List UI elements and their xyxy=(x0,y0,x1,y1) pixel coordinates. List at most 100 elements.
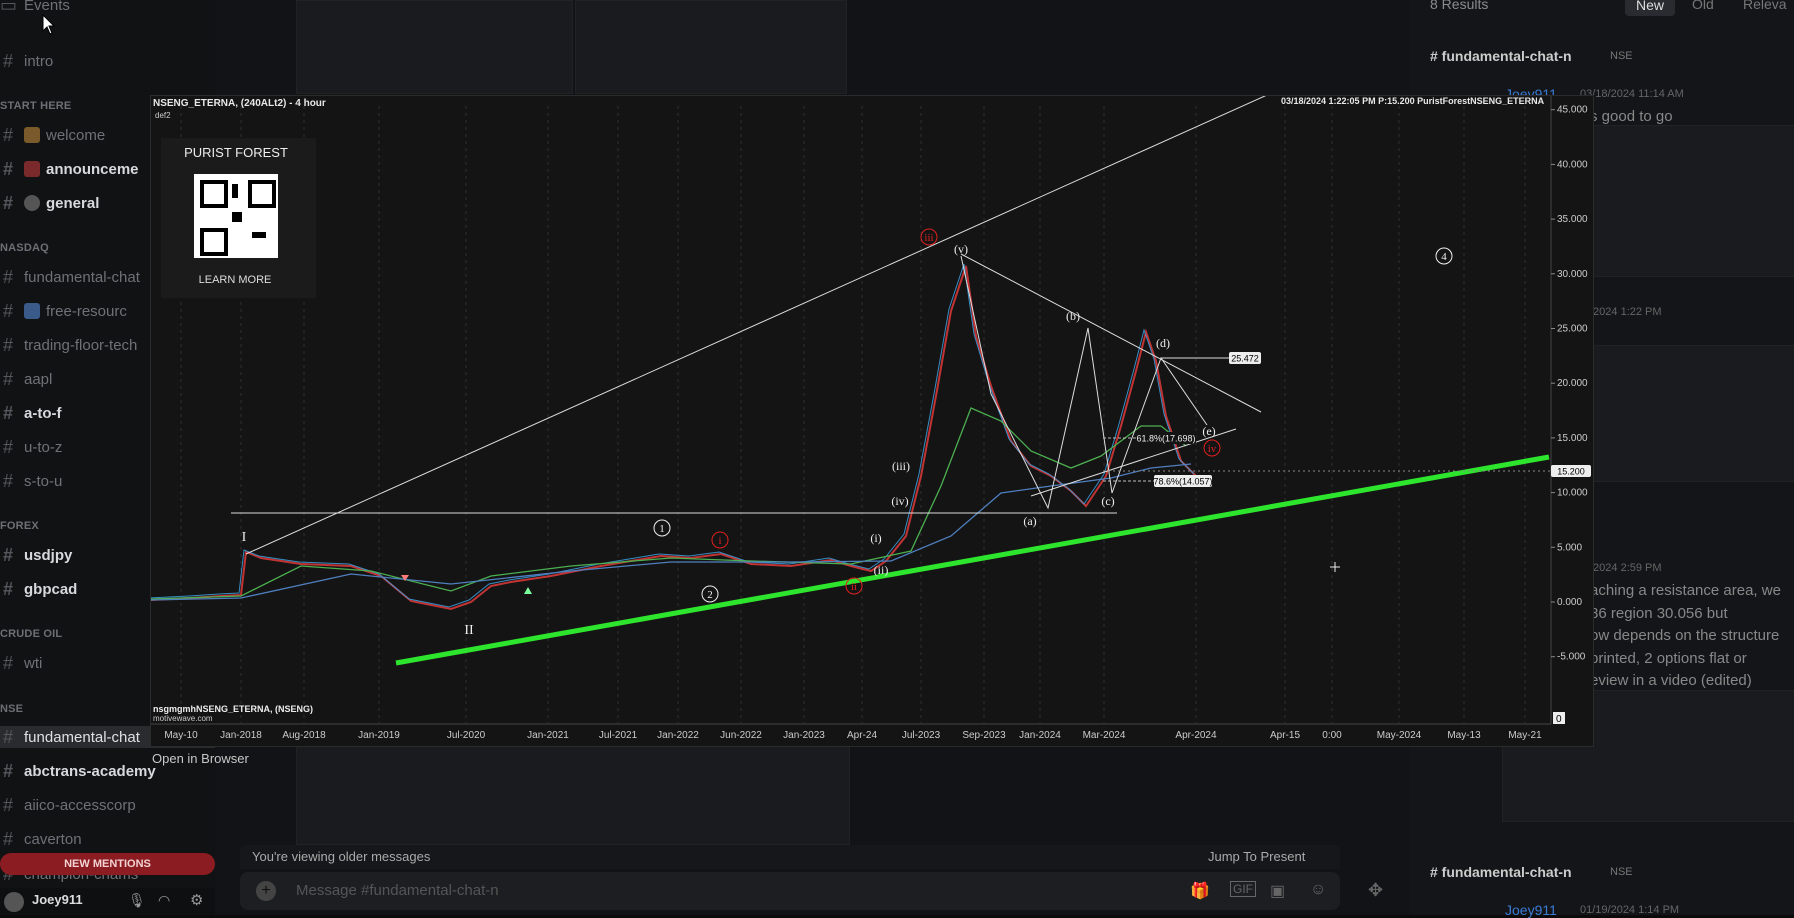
result-timestamp: /2024 1:22 PM xyxy=(1590,306,1662,318)
message-image-thumb[interactable] xyxy=(296,745,850,845)
x-tick-label: May-2024 xyxy=(1377,730,1422,741)
axis-corner-label: 0 xyxy=(1556,714,1562,725)
category-nse[interactable]: NSE xyxy=(0,703,23,715)
sticker-icon[interactable]: ▣ xyxy=(1270,881,1285,901)
chart-image-viewer[interactable]: 45.000 40.000 35.000 30.000 25.000 20.000 15.0… xyxy=(150,95,1594,747)
x-tick-label: May-13 xyxy=(1447,730,1481,741)
y-tick-label: 15.000 xyxy=(1557,433,1588,444)
hash-icon: # xyxy=(2,334,13,355)
sidebar-item-caverton[interactable]: # caverton xyxy=(0,828,82,850)
chart-title: NSENG_ETERNA, (240ALt2) - 4 hour xyxy=(153,98,326,109)
sidebar-item-s-to-u[interactable]: # s-to-u xyxy=(0,470,62,492)
microphone-icon[interactable]: 🎙 xyxy=(128,892,146,909)
message-input[interactable]: Message #fundamental-chat-n xyxy=(296,882,499,899)
headphones-icon[interactable]: ◠ xyxy=(158,892,170,909)
sidebar-item-a-to-f[interactable]: # a-to-f xyxy=(0,402,62,424)
new-mentions-badge[interactable]: NEW MENTIONS xyxy=(0,853,215,875)
open-in-browser-link[interactable]: Open in Browser xyxy=(152,751,249,766)
wave-label-iii: (iii) xyxy=(892,459,910,473)
sidebar-item-general[interactable]: # general xyxy=(0,192,99,214)
sidebar-item-usdjpy[interactable]: # usdjpy xyxy=(0,544,72,566)
speech-bubble-icon xyxy=(24,195,40,211)
apps-icon[interactable]: ✥ xyxy=(1368,880,1383,901)
current-price-label: 15.200 xyxy=(1557,467,1585,477)
emoji-icon[interactable]: ☺ xyxy=(1310,881,1326,899)
tab-relevant[interactable]: Releva xyxy=(1743,0,1787,12)
result-channel[interactable]: # fundamental-chat-n xyxy=(1430,48,1572,64)
avatar[interactable] xyxy=(4,892,24,912)
x-tick-label: 0:00 xyxy=(1322,730,1342,741)
result-timestamp: 01/19/2024 1:14 PM xyxy=(1580,904,1680,916)
username: Joey911 xyxy=(32,892,83,907)
learn-more-link[interactable]: LEARN MORE xyxy=(161,274,309,286)
add-attachment-icon[interactable]: + xyxy=(256,881,276,901)
x-tick-label: May-21 xyxy=(1508,730,1542,741)
message-line: ow depends on the structure xyxy=(1590,627,1780,644)
result-channel[interactable]: # fundamental-chat-n xyxy=(1430,864,1572,880)
gear-icon[interactable]: ⚙ xyxy=(190,891,203,909)
gift-icon[interactable]: 🎁 xyxy=(1190,881,1210,901)
hash-icon: # xyxy=(2,760,13,781)
jump-to-present-button[interactable]: Jump To Present xyxy=(1208,849,1305,864)
sidebar-item-free-resources[interactable]: # free-resourc xyxy=(0,300,127,322)
target-price-label: 25.472 xyxy=(1231,354,1259,364)
message-line: 86 region 30.056 but xyxy=(1590,604,1728,622)
category-nasdaq[interactable]: NASDAQ xyxy=(0,242,49,254)
sidebar-item-trading-floor[interactable]: # trading-floor-tech xyxy=(0,334,137,356)
hash-icon: # xyxy=(2,368,13,389)
sidebar-item-intro[interactable]: # intro xyxy=(0,50,53,72)
tab-old[interactable]: Old xyxy=(1692,0,1714,12)
x-tick-label: Apr-24 xyxy=(847,730,877,741)
y-tick-label: 45.000 xyxy=(1557,105,1588,116)
sidebar-item-events[interactable]: ▭ Events xyxy=(0,0,70,16)
wave-label-d: (d) xyxy=(1156,336,1170,350)
sidebar-item-welcome[interactable]: # welcome xyxy=(0,124,105,146)
watermark-title: PURIST FOREST xyxy=(184,145,288,160)
sidebar-item-gbpcad[interactable]: # gbpcad xyxy=(0,578,77,600)
hash-icon: # xyxy=(2,726,13,747)
message-line: eview in a video (edited) xyxy=(1590,672,1752,689)
price-axis xyxy=(1551,96,1593,746)
sidebar-item-u-to-z[interactable]: # u-to-z xyxy=(0,436,62,458)
x-tick-label: Jul-2020 xyxy=(447,730,486,741)
x-tick-label: Jan-2023 xyxy=(783,730,825,741)
sidebar-item-wti[interactable]: # wti xyxy=(0,652,42,674)
y-tick-label: -5.000 xyxy=(1557,652,1586,663)
wave-label-2: 2 xyxy=(707,589,713,601)
fib-618-label: 61.8%(17.698) xyxy=(1136,434,1195,444)
gif-icon[interactable]: GIF xyxy=(1230,881,1256,897)
sidebar-item-aapl[interactable]: # aapl xyxy=(0,368,52,390)
chart-footer-site: motivewave.com xyxy=(153,714,213,723)
watermark-card[interactable]: PURIST FOREST LEARN MORE xyxy=(161,138,316,298)
hash-icon: # xyxy=(2,50,13,71)
result-username[interactable]: Joey911 xyxy=(1505,902,1557,918)
message-image-thumb[interactable] xyxy=(296,0,573,94)
hash-icon: # xyxy=(2,652,13,673)
flag-emoji-icon xyxy=(24,303,40,319)
pray-emoji-icon xyxy=(24,127,40,143)
y-tick-label: 20.000 xyxy=(1557,378,1588,389)
x-tick-label: Sep-2023 xyxy=(962,730,1006,741)
sidebar-item-announcements[interactable]: # announceme xyxy=(0,158,139,180)
result-tag: NSE xyxy=(1610,50,1633,62)
older-messages-bar: You're viewing older messages Jump To Pr… xyxy=(240,845,1340,869)
x-tick-label: Jan-2022 xyxy=(657,730,699,741)
category-forex[interactable]: FOREX xyxy=(0,520,39,532)
sidebar-item-fundamental-chat[interactable]: # fundamental-chat xyxy=(0,266,140,288)
wave-label-e: (e) xyxy=(1202,424,1215,438)
wave-label-v: (v) xyxy=(954,242,968,256)
sidebar-item-aiico[interactable]: # aiico-accesscorp xyxy=(0,794,136,816)
result-timestamp: /2024 2:59 PM xyxy=(1590,562,1662,574)
support-trendline xyxy=(395,454,1550,666)
x-tick-label: Jan-2024 xyxy=(1019,730,1061,741)
sidebar-item-abctrans[interactable]: # abctrans-academy xyxy=(0,760,156,782)
x-tick-label: Jan-2021 xyxy=(527,730,569,741)
x-tick-label: Aug-2018 xyxy=(282,730,326,741)
category-crude-oil[interactable]: CRUDE OIL xyxy=(0,628,62,640)
tab-new[interactable]: New xyxy=(1625,0,1675,16)
hash-icon: # xyxy=(2,470,13,491)
chart-header-right: 03/18/2024 1:22:05 PM P:15.200 PuristFor… xyxy=(1281,96,1545,106)
mouse-cursor-icon xyxy=(42,14,56,35)
category-start-here[interactable]: START HERE xyxy=(0,100,71,112)
message-image-thumb[interactable] xyxy=(575,0,847,94)
